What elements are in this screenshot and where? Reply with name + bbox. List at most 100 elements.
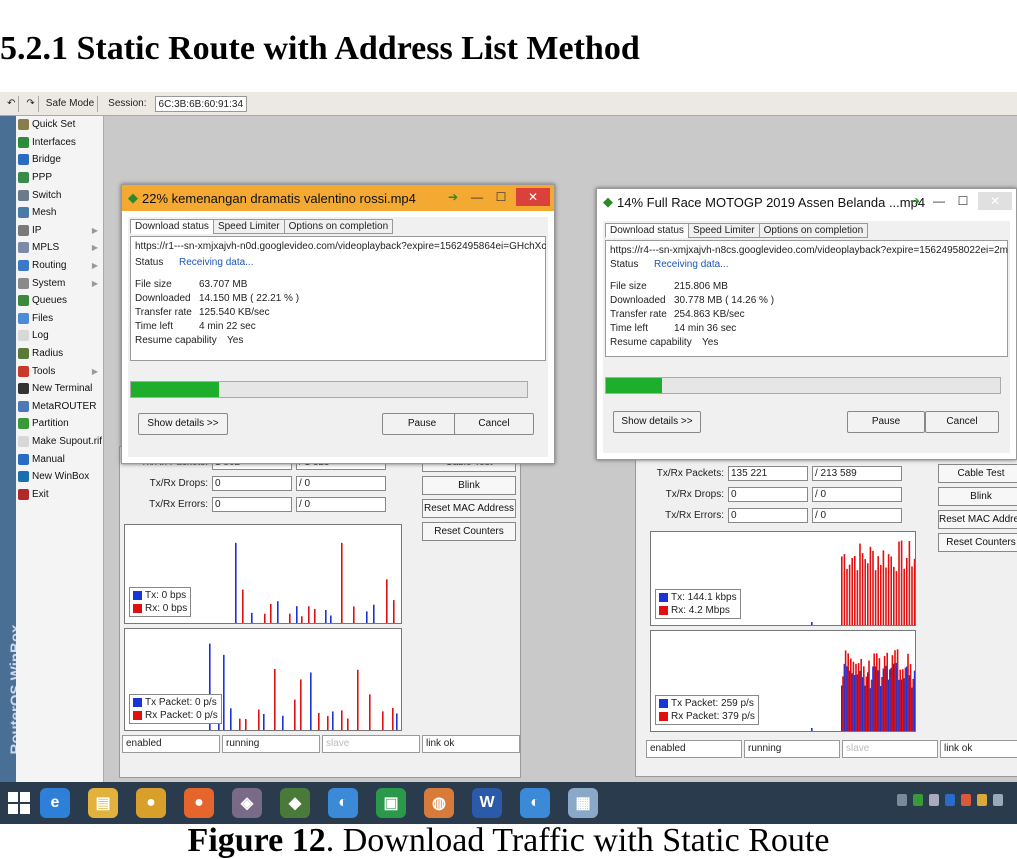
app-orange-icon[interactable]: ◍ <box>424 788 454 818</box>
menu-item-radius[interactable]: Radius <box>16 345 103 363</box>
menu-item-files[interactable]: Files <box>16 310 103 328</box>
packets-label: Tx/Rx Packets: <box>656 468 724 479</box>
graph-bar <box>878 658 881 731</box>
graph-bar <box>341 542 343 623</box>
menu-item-switch[interactable]: Switch <box>16 186 103 204</box>
close-button[interactable]: ✕ <box>516 188 550 206</box>
windows-start-button[interactable] <box>8 792 30 814</box>
blink-button[interactable]: Blink <box>938 487 1017 506</box>
tx-rate-label: Tx: 144.1 kbps <box>671 592 737 603</box>
tab-options-completion[interactable]: Options on completion <box>283 219 394 234</box>
close-button[interactable]: ✕ <box>978 192 1012 210</box>
drops-tx-field[interactable]: 0 <box>212 476 292 491</box>
errors-tx-field[interactable]: 0 <box>728 508 808 523</box>
app-icon[interactable]: ◈ <box>232 788 262 818</box>
menu-item-mesh[interactable]: Mesh <box>16 204 103 222</box>
drops-rx-field[interactable]: / 0 <box>812 487 902 502</box>
tab-options-completion[interactable]: Options on completion <box>758 223 869 238</box>
graph-bar <box>386 579 388 623</box>
download-url: https://r4---sn-xmjxajvh-n8cs.googlevide… <box>610 245 1008 256</box>
graph-bar <box>270 603 272 623</box>
menu-item-bridge[interactable]: Bridge <box>16 151 103 169</box>
file-explorer-icon[interactable]: ▤ <box>88 788 118 818</box>
graph-bar <box>864 559 866 625</box>
menu-item-manual[interactable]: Manual <box>16 450 103 468</box>
tray-network-icon[interactable] <box>897 794 907 806</box>
packets-tx-field[interactable]: 135 221 <box>728 466 808 481</box>
packets-rx-field[interactable]: / 213 589 <box>812 466 902 481</box>
tray-shield-icon[interactable] <box>961 794 971 806</box>
tab-speed-limiter[interactable]: Speed Limiter <box>212 219 285 234</box>
errors-tx-field[interactable]: 0 <box>212 497 292 512</box>
arrow-icon[interactable]: ➔ <box>906 194 924 208</box>
rate-value: 125.540 KB/sec <box>199 307 270 318</box>
safe-mode-button[interactable]: Safe Mode <box>43 95 99 112</box>
tab-speed-limiter[interactable]: Speed Limiter <box>687 223 760 238</box>
menu-item-tools[interactable]: Tools ▶ <box>16 362 103 380</box>
menu-item-new-winbox[interactable]: New WinBox <box>16 468 103 486</box>
menu-item-routing[interactable]: Routing ▶ <box>16 257 103 275</box>
reset-mac-button[interactable]: Reset MAC Address <box>422 499 516 518</box>
cancel-button[interactable]: Cancel <box>454 413 534 435</box>
menu-item-queues[interactable]: Queues <box>16 292 103 310</box>
tab-download-status[interactable]: Download status <box>130 219 214 234</box>
minimize-button[interactable]: — <box>468 190 486 204</box>
show-details-button[interactable]: Show details >> <box>613 411 701 433</box>
tray-download-icon[interactable] <box>913 794 923 806</box>
dialog-titlebar[interactable]: ◆ 22% kemenangan dramatis valentino ross… <box>122 185 554 211</box>
menu-item-partition[interactable]: Partition <box>16 415 103 433</box>
menu-item-system[interactable]: System ▶ <box>16 274 103 292</box>
menu-item-metarouter[interactable]: MetaROUTER <box>16 398 103 416</box>
winbox-icon[interactable]: ◆ <box>280 788 310 818</box>
tray-battery-icon[interactable] <box>929 794 939 806</box>
menu-item-make-supout-rif[interactable]: Make Supout.rif <box>16 433 103 451</box>
reset-counters-button[interactable]: Reset Counters <box>422 522 516 541</box>
evernote-icon[interactable]: ▣ <box>376 788 406 818</box>
pause-button[interactable]: Pause <box>382 413 462 435</box>
tray-volume-icon[interactable] <box>993 794 1003 806</box>
tray-flag-icon[interactable] <box>977 794 987 806</box>
arrow-icon[interactable]: ➔ <box>444 190 462 204</box>
app-blue2-icon[interactable]: ◐ <box>520 788 550 818</box>
firefox-icon[interactable]: ● <box>184 788 214 818</box>
maximize-button[interactable]: ☐ <box>954 194 972 208</box>
errors-rx-field[interactable]: / 0 <box>296 497 386 512</box>
menu-item-exit[interactable]: Exit <box>16 485 103 503</box>
session-field[interactable]: 6C:3B:6B:60:91:34 <box>154 95 248 112</box>
graph-bar <box>877 556 879 625</box>
time-left-row: Time left 4 min 22 sec <box>135 321 256 332</box>
show-details-button[interactable]: Show details >> <box>138 413 228 435</box>
menu-item-ip[interactable]: IP ▶ <box>16 222 103 240</box>
chrome-icon[interactable]: ● <box>136 788 166 818</box>
rx-swatch <box>133 603 142 613</box>
reset-mac-button[interactable]: Reset MAC Address <box>938 510 1017 529</box>
minimize-button[interactable]: — <box>930 194 948 208</box>
menu-item-log[interactable]: Log <box>16 327 103 345</box>
menu-item-interfaces[interactable]: Interfaces <box>16 134 103 152</box>
menu-item-ppp[interactable]: PPP <box>16 169 103 187</box>
dialog-titlebar[interactable]: ◆ 14% Full Race MOTOGP 2019 Assen Beland… <box>597 189 1016 215</box>
menu-item-new-terminal[interactable]: New Terminal <box>16 380 103 398</box>
menu-item-quick-set[interactable]: Quick Set <box>16 116 103 134</box>
word-icon[interactable]: W <box>472 788 502 818</box>
session-label: Session: <box>108 98 147 109</box>
cancel-button[interactable]: Cancel <box>925 411 999 433</box>
blink-button[interactable]: Blink <box>422 476 516 495</box>
drops-rx-field[interactable]: / 0 <box>296 476 386 491</box>
pause-button[interactable]: Pause <box>847 411 925 433</box>
reset-counters-button[interactable]: Reset Counters <box>938 533 1017 552</box>
app-gray-icon[interactable]: ▦ <box>568 788 598 818</box>
undo-button[interactable]: ↶ <box>4 95 20 112</box>
cable-test-button[interactable]: Cable Test <box>938 464 1017 483</box>
ie-icon[interactable]: e <box>40 788 70 818</box>
errors-label: Tx/Rx Errors: <box>665 510 724 521</box>
redo-button[interactable]: ↷ <box>23 95 39 112</box>
dialog-title: 22% kemenangan dramatis valentino rossi.… <box>142 190 416 206</box>
tray-app-icon[interactable] <box>945 794 955 806</box>
drops-tx-field[interactable]: 0 <box>728 487 808 502</box>
tab-download-status[interactable]: Download status <box>605 223 689 238</box>
app-blue-icon[interactable]: ◐ <box>328 788 358 818</box>
menu-item-mpls[interactable]: MPLS ▶ <box>16 239 103 257</box>
maximize-button[interactable]: ☐ <box>492 190 510 204</box>
errors-rx-field[interactable]: / 0 <box>812 508 902 523</box>
